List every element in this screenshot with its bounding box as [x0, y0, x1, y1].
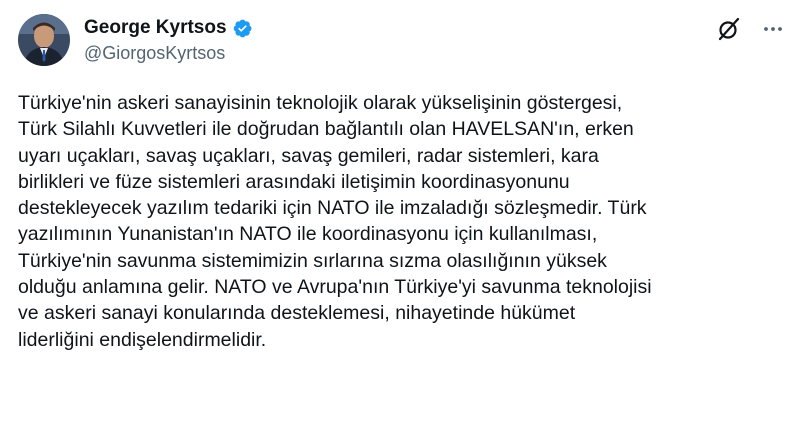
author-handle[interactable]: @GiorgosKyrtsos: [84, 43, 253, 64]
grok-icon[interactable]: [716, 16, 742, 42]
tweet-text: Türkiye'nin askeri sanayisinin teknoloji…: [18, 92, 652, 351]
avatar[interactable]: [18, 14, 70, 66]
verified-badge-icon: [232, 18, 253, 39]
author-display-name[interactable]: George Kyrtsos: [84, 17, 227, 39]
author-names: George Kyrtsos @GiorgosKyrtsos: [84, 16, 253, 64]
tweet-card: George Kyrtsos @GiorgosKyrtsos Türkiye'n…: [0, 0, 800, 430]
name-row: George Kyrtsos: [84, 16, 253, 40]
more-options-icon[interactable]: [762, 18, 784, 40]
tweet-header: George Kyrtsos @GiorgosKyrtsos: [18, 14, 253, 66]
tweet-actions-top: [716, 16, 784, 42]
